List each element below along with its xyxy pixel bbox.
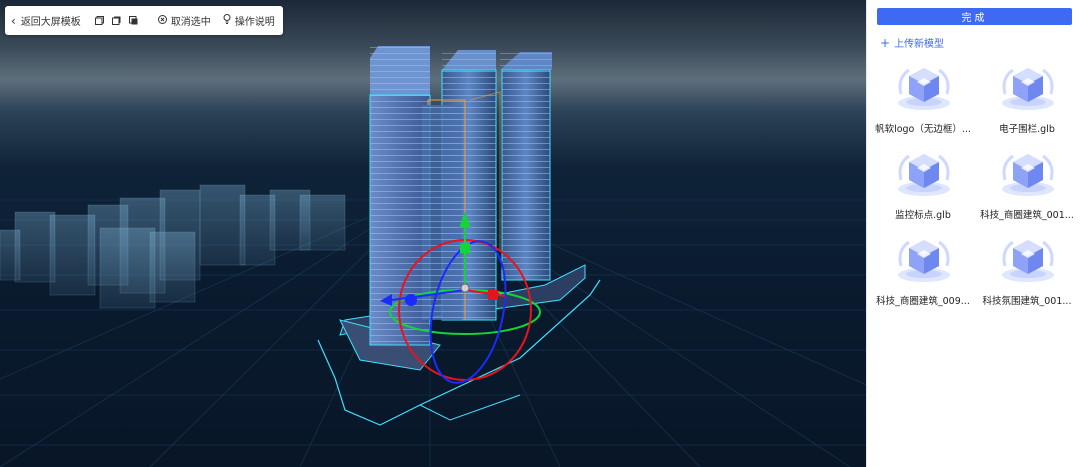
background-buildings: [0, 184, 346, 309]
tower-right: [500, 52, 552, 281]
copy-icon[interactable]: [94, 16, 104, 25]
model-panel: 完成 + 上传新模型 帆软logo（无边框）... 电子围栏.glb 监控标点.…: [866, 0, 1080, 467]
deselect-label: 取消选中: [170, 17, 211, 28]
model-card[interactable]: 监控标点.glb: [871, 142, 975, 228]
model-card[interactable]: 帆软logo（无边框）...: [871, 56, 975, 142]
upload-model-link[interactable]: + 上传新模型: [880, 35, 945, 51]
model-name: 电子围栏.glb: [999, 124, 1055, 135]
3d-viewport[interactable]: ‹ 返回大屏模板 取消选中 操作说明: [0, 0, 866, 467]
model-card[interactable]: 科技_商圈建筑_009...: [871, 228, 975, 314]
model-grid: 帆软logo（无边框）... 电子围栏.glb 监控标点.glb 科技_商圈建筑…: [871, 56, 1079, 314]
paste-icon[interactable]: [128, 16, 138, 25]
cube-model-icon: [1002, 68, 1054, 110]
cube-model-icon: [898, 154, 950, 196]
cube-model-icon: [1002, 240, 1054, 282]
viewport-toolbar: ‹ 返回大屏模板 取消选中 操作说明: [5, 6, 283, 35]
cube-model-icon: [1002, 154, 1054, 196]
lightbulb-icon: [223, 14, 231, 27]
deselect-button[interactable]: 取消选中: [157, 13, 211, 28]
model-card[interactable]: 电子围栏.glb: [975, 56, 1079, 142]
upload-label: 上传新模型: [894, 39, 945, 50]
3d-scene[interactable]: [0, 0, 866, 467]
chevron-left-icon: ‹: [11, 13, 16, 28]
plus-icon: +: [880, 35, 891, 50]
model-name: 帆软logo（无边框）...: [875, 124, 971, 135]
done-button[interactable]: 完成: [877, 8, 1072, 25]
help-label: 操作说明: [234, 17, 275, 28]
model-name: 监控标点.glb: [895, 210, 951, 221]
model-name: 科技_商圈建筑_001...: [980, 210, 1074, 221]
model-card[interactable]: 科技_商圈建筑_001...: [975, 142, 1079, 228]
help-button[interactable]: 操作说明: [223, 13, 275, 28]
back-label: 返回大屏模板: [20, 17, 81, 28]
model-name: 科技_商圈建筑_009...: [876, 296, 970, 307]
cube-model-icon: [898, 68, 950, 110]
close-circle-icon: [157, 14, 167, 27]
back-to-templates-button[interactable]: ‹ 返回大屏模板: [11, 13, 81, 29]
layer-stack-icon[interactable]: [111, 16, 121, 25]
cube-model-icon: [898, 240, 950, 282]
model-name: 科技氛围建筑_001...: [982, 296, 1072, 307]
model-card[interactable]: 科技氛围建筑_001...: [975, 228, 1079, 314]
